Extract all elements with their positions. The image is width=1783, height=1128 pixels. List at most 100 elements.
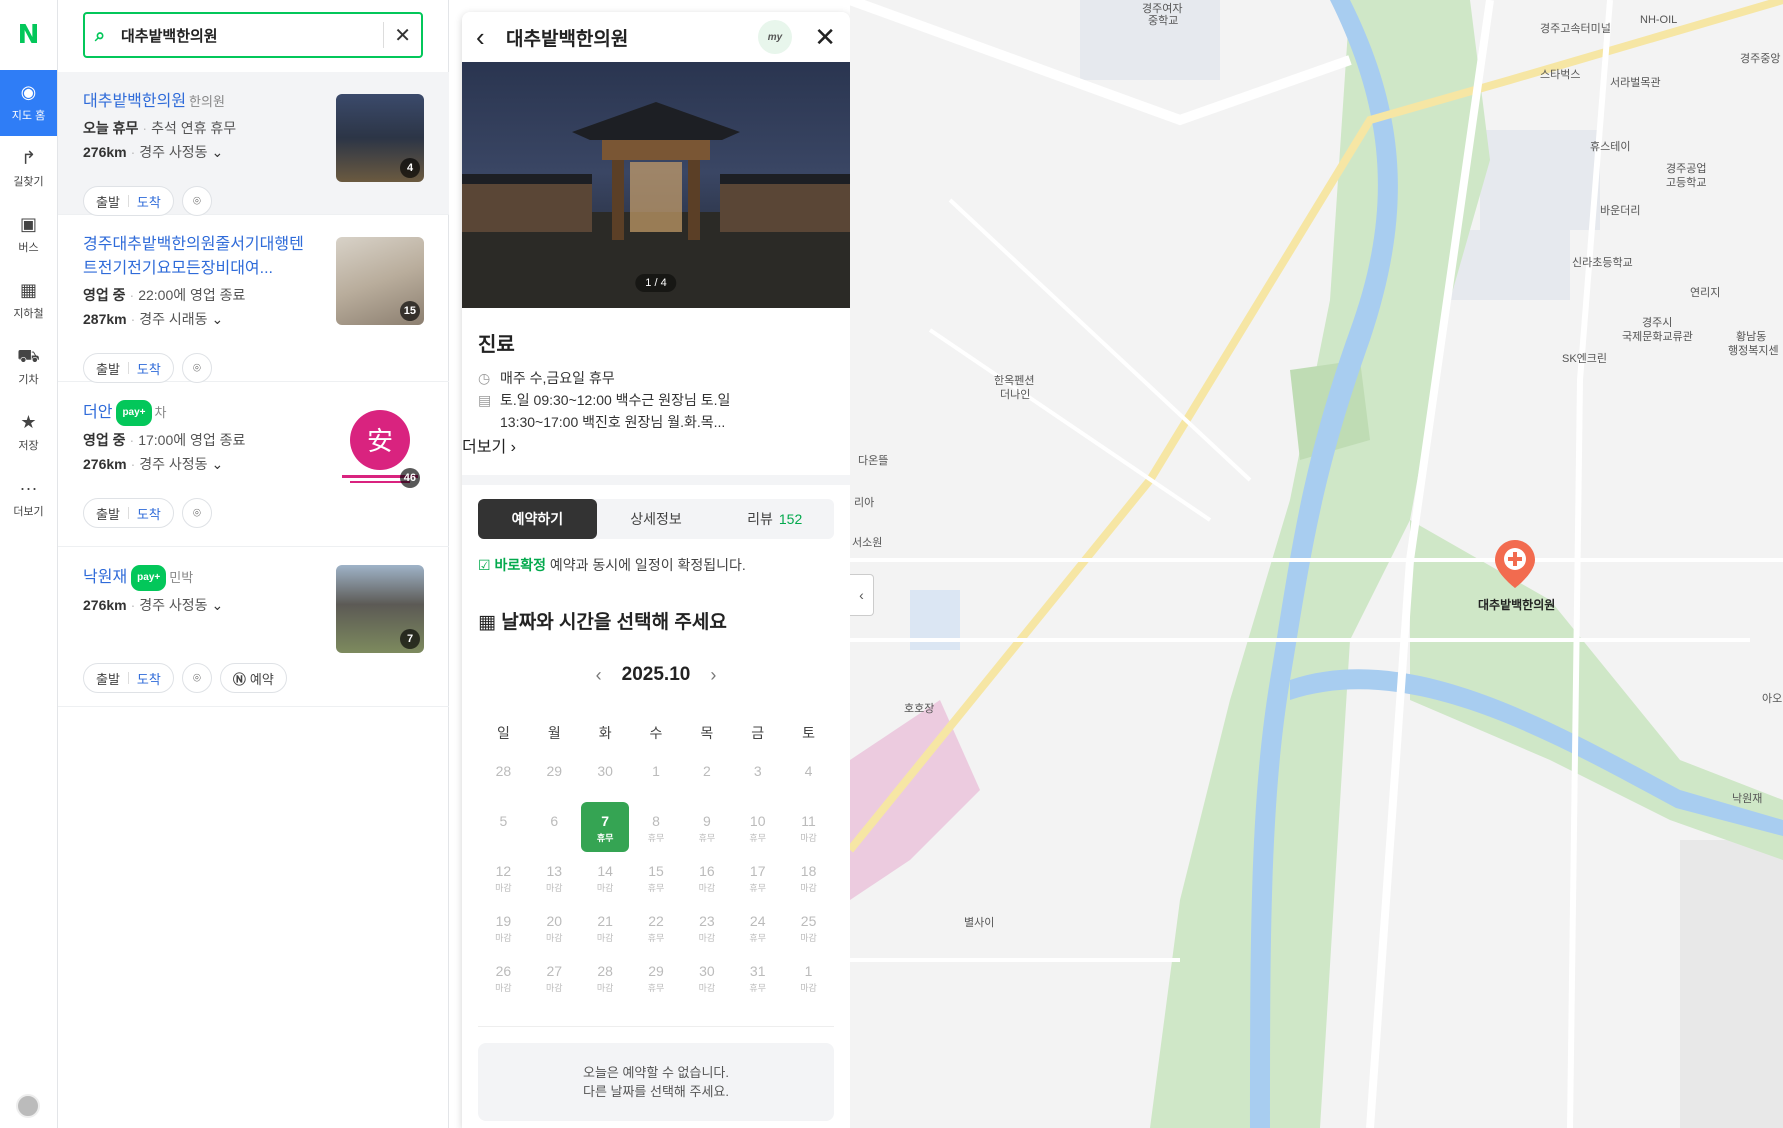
list-item[interactable]: 대추밭백한의원 한의원 오늘 휴무 · 추석 연휴 휴무 276km · 경주 사정동 ⌄… — [58, 72, 449, 216]
map-label[interactable]: NH-OIL — [1640, 14, 1677, 26]
depart-arrive-button[interactable]: 출발 도착 — [83, 186, 174, 216]
calendar-day[interactable]: 21 마감 — [580, 902, 631, 952]
list-item[interactable]: 더안 pay+ 차 영업 중 · 17:00에 영업 종료 276km · 경주 사정동 ⌄… — [58, 382, 449, 547]
clear-search-icon[interactable]: ✕ — [394, 23, 411, 48]
place-photo[interactable]: 1 / 4 — [462, 62, 850, 308]
calendar-day[interactable]: 18 마감 — [783, 852, 834, 902]
calendar-day[interactable]: 8 휴무 — [631, 802, 682, 852]
naver-logo[interactable]: N — [0, 0, 57, 70]
calendar-day[interactable]: 29 — [529, 752, 580, 802]
calendar-day[interactable]: 13 마감 — [529, 852, 580, 902]
calendar-day[interactable]: 27 마감 — [529, 952, 580, 1002]
map-label[interactable]: 연리지 — [1690, 284, 1720, 300]
calendar-day[interactable]: 28 마감 — [580, 952, 631, 1002]
calendar-day[interactable]: 12 마감 — [478, 852, 529, 902]
nav-subway[interactable]: ▦ 지하철 — [0, 268, 57, 334]
calendar-day[interactable]: 5 — [478, 802, 529, 852]
calendar-day[interactable]: 31 휴무 — [732, 952, 783, 1002]
map-label[interactable]: 스타벅스 — [1540, 66, 1580, 82]
map-label[interactable]: 경주고속터미널 — [1540, 20, 1611, 36]
depart-arrive-button[interactable]: 출발 도착 — [83, 498, 174, 528]
calendar-day[interactable]: 4 — [783, 752, 834, 802]
result-title[interactable]: 경주대추밭백한의원줄서기대행텐트전기전기요모든장비대여... — [83, 236, 304, 277]
calendar-day[interactable]: 2 — [681, 752, 732, 802]
calendar-day[interactable]: 1 마감 — [783, 952, 834, 1002]
depart-arrive-button[interactable]: 출발 도착 — [83, 353, 174, 383]
calendar-day[interactable]: 17 휴무 — [732, 852, 783, 902]
result-title[interactable]: 낙원재 — [83, 569, 127, 586]
map-label[interactable]: 낙원재 — [1732, 790, 1762, 806]
calendar-day[interactable]: 30 마감 — [681, 952, 732, 1002]
nav-map-home[interactable]: ◉ 지도 홈 — [0, 70, 57, 136]
nav-directions[interactable]: ↱ 길찾기 — [0, 136, 57, 202]
nav-train[interactable]: ⛟ 기차 — [0, 334, 57, 400]
result-thumbnail[interactable]: 15 — [336, 237, 424, 325]
calendar-day[interactable]: 20 마감 — [529, 902, 580, 952]
calendar-day[interactable]: 22 휴무 — [631, 902, 682, 952]
next-month-icon[interactable]: › — [710, 665, 716, 686]
map-label[interactable]: 별사이 — [964, 914, 994, 930]
result-thumbnail[interactable]: 7 — [336, 565, 424, 653]
map-label[interactable]: 경주중앙 — [1740, 50, 1780, 66]
map-label[interactable]: 다온뜰 — [858, 452, 888, 468]
map-label[interactable]: 서소원 — [852, 534, 882, 550]
calendar-day[interactable]: 11 마감 — [783, 802, 834, 852]
nav-more[interactable]: ··· 더보기 — [0, 466, 57, 532]
close-icon[interactable]: ✕ — [814, 22, 836, 53]
result-thumbnail[interactable]: 安 46 — [336, 404, 424, 492]
map-label[interactable]: 중학교 — [1148, 12, 1178, 28]
list-item[interactable]: 낙원재 pay+ 민박 276km · 경주 사정동 ⌄ 7 출발 도착 ⌾ Ⓝ 예약 — [58, 547, 449, 707]
collapse-panel-button[interactable]: ‹ — [850, 574, 874, 616]
result-title[interactable]: 더안 — [83, 404, 112, 421]
calendar-day[interactable]: 10 휴무 — [732, 802, 783, 852]
map-label[interactable]: 리아 — [854, 494, 874, 510]
calendar-day[interactable]: 26 마감 — [478, 952, 529, 1002]
map-label[interactable]: 국제문화교류관 — [1622, 328, 1693, 344]
calendar-day[interactable]: 14 마감 — [580, 852, 631, 902]
map-label[interactable]: 행정복지센 — [1728, 342, 1779, 358]
calendar-day[interactable]: 29 휴무 — [631, 952, 682, 1002]
reserve-button[interactable]: Ⓝ 예약 — [219, 663, 287, 693]
location-pin-icon[interactable]: ⌾ — [181, 663, 212, 693]
calendar-day[interactable]: 9 휴무 — [681, 802, 732, 852]
search-input[interactable] — [117, 26, 374, 44]
result-title[interactable]: 대추밭백한의원 — [83, 93, 186, 110]
location-pin-icon[interactable]: ⌾ — [181, 353, 212, 383]
calendar-day[interactable]: 19 마감 — [478, 902, 529, 952]
depart-arrive-button[interactable]: 출발 도착 — [83, 663, 174, 693]
my-avatar[interactable]: my — [758, 20, 792, 54]
nav-bus[interactable]: ▣ 버스 — [0, 202, 57, 268]
calendar-day[interactable]: 23 마감 — [681, 902, 732, 952]
map-label[interactable]: 휴스테이 — [1590, 138, 1630, 154]
calendar-day[interactable]: 1 — [631, 752, 682, 802]
location-pin-icon[interactable]: ⌾ — [181, 498, 212, 528]
calendar-day[interactable]: 6 — [529, 802, 580, 852]
more-link[interactable]: 더보기 › — [462, 439, 516, 456]
tab-reserve[interactable]: 예약하기 — [478, 499, 597, 539]
tab-details[interactable]: 상세정보 — [597, 499, 716, 539]
back-chevron-icon[interactable]: ‹ — [476, 22, 498, 53]
calendar-day[interactable]: 28 — [478, 752, 529, 802]
map-label[interactable]: 바운더리 — [1600, 202, 1640, 218]
calendar-day[interactable]: 24 휴무 — [732, 902, 783, 952]
prev-month-icon[interactable]: ‹ — [596, 665, 602, 686]
map-label[interactable]: SK엔크린 — [1562, 350, 1607, 366]
map-label[interactable]: 서라벌목관 — [1610, 74, 1661, 90]
map-label[interactable]: 호호장 — [904, 700, 934, 716]
clinic-map-pin-icon[interactable] — [1495, 540, 1535, 588]
result-thumbnail[interactable]: 4 — [336, 94, 424, 182]
calendar-day[interactable]: 30 — [580, 752, 631, 802]
list-item[interactable]: 경주대추밭백한의원줄서기대행텐트전기전기요모든장비대여... 영업 중 · 22:0… — [58, 215, 449, 383]
map-label[interactable]: 고등학교 — [1666, 174, 1706, 190]
nav-saved[interactable]: ★ 저장 — [0, 400, 57, 466]
calendar-day[interactable]: 3 — [732, 752, 783, 802]
tab-reviews[interactable]: 리뷰 152 — [715, 499, 834, 539]
map-label[interactable]: 신라초등학교 — [1572, 254, 1633, 270]
map-label[interactable]: 아오 — [1762, 690, 1782, 706]
user-avatar[interactable] — [16, 1094, 40, 1118]
map-label[interactable]: 더나인 — [1000, 386, 1030, 402]
calendar-day[interactable]: 15 휴무 — [631, 852, 682, 902]
location-pin-icon[interactable]: ⌾ — [181, 186, 212, 216]
calendar-day[interactable]: 25 마감 — [783, 902, 834, 952]
calendar-day[interactable]: 16 마감 — [681, 852, 732, 902]
